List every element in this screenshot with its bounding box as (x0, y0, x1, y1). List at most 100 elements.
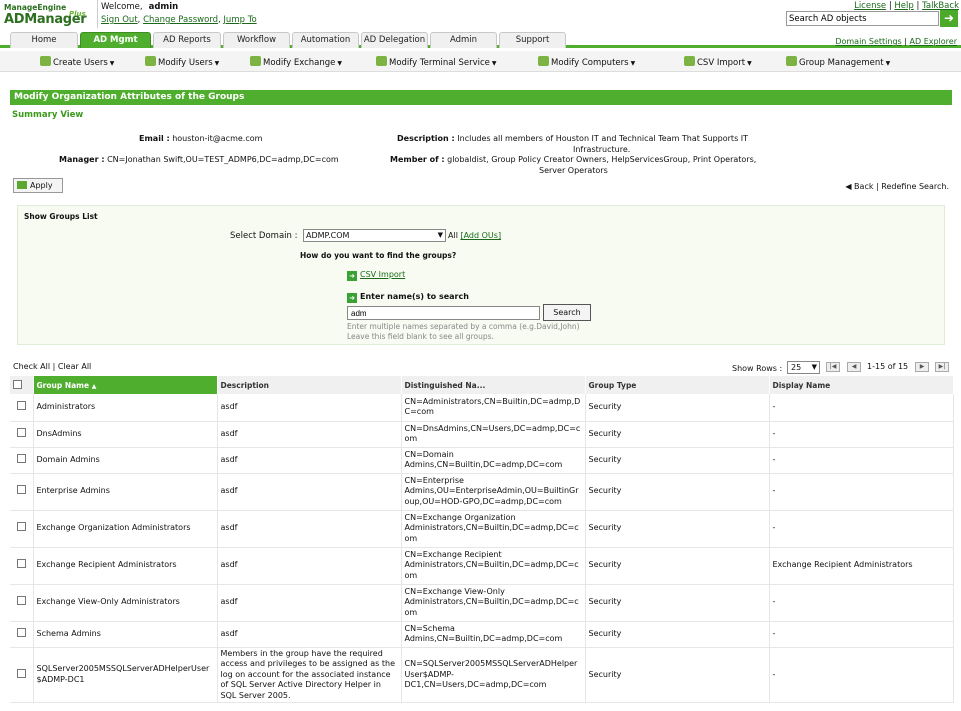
apply-button[interactable]: Apply (13, 178, 63, 193)
help-link[interactable]: Help (894, 1, 913, 11)
apply-icon (17, 181, 27, 189)
ad-explorer-link[interactable]: AD Explorer (910, 37, 957, 46)
cell-display-name: - (769, 647, 954, 703)
menu-group-management[interactable]: Group Management ▼ (786, 56, 890, 68)
row-checkbox-cell[interactable] (10, 447, 34, 474)
tab-support[interactable]: Support (499, 32, 566, 48)
member-of-label: Member of : (390, 155, 445, 164)
redefine-search-link[interactable]: Redefine Search. (881, 182, 949, 191)
menu-modify-terminal-service[interactable]: Modify Terminal Service ▼ (376, 56, 497, 68)
table-row[interactable]: Exchange View-Only Administrators asdf CN=… (10, 584, 954, 622)
first-page-icon[interactable]: |◀ (826, 362, 840, 372)
tab-home[interactable]: Home (10, 32, 78, 48)
row-checkbox[interactable] (16, 627, 26, 637)
column-header-description[interactable]: Description (217, 376, 402, 394)
cell-group-name: Domain Admins (33, 447, 218, 474)
column-header-group-name[interactable]: Group Name ▲ (33, 376, 218, 394)
row-checkbox-cell[interactable] (10, 421, 34, 448)
enter-names-label: Enter name(s) to search (360, 292, 469, 301)
users-icon (145, 56, 156, 66)
prev-page-icon[interactable]: ◀ (847, 362, 861, 372)
jump-to-link[interactable]: Jump To (223, 15, 256, 25)
domain-select[interactable]: ADMP.COM ▼ (303, 229, 446, 242)
row-checkbox[interactable] (16, 522, 26, 532)
table-row[interactable]: Exchange Organization Administrators asdf… (10, 510, 954, 548)
cell-description: Members in the group have the required a… (217, 647, 402, 703)
menu-modify-users[interactable]: Modify Users ▼ (145, 56, 219, 68)
add-ous-link[interactable]: [Add OUs] (460, 231, 501, 240)
row-checkbox[interactable] (16, 668, 26, 678)
search-ad-objects-input[interactable] (786, 11, 939, 26)
cell-group-name: Exchange View-Only Administrators (33, 584, 218, 622)
row-checkbox[interactable] (16, 559, 26, 569)
row-checkbox-cell[interactable] (10, 510, 34, 548)
column-header-distinguished-name[interactable]: Distinguished Na... (401, 376, 586, 394)
welcome-text: Welcome, admin (101, 2, 178, 12)
domain-settings-link[interactable]: Domain Settings (835, 37, 901, 46)
row-checkbox[interactable] (16, 427, 26, 437)
column-header-group-type[interactable]: Group Type (585, 376, 770, 394)
hint-multiple-names: Enter multiple names separated by a comm… (347, 322, 580, 331)
row-checkbox-cell[interactable] (10, 547, 34, 585)
rows-per-page-select[interactable]: 25 ▼ (787, 361, 820, 374)
table-row[interactable]: SQLServer2005MSSQLServerADHelperUser$ADM… (10, 647, 954, 703)
next-page-icon[interactable]: ▶ (915, 362, 929, 372)
tab-ad-delegation[interactable]: AD Delegation (361, 32, 428, 48)
table-row[interactable]: Domain Admins asdf CN=Domain Admins,CN=Bui… (10, 447, 954, 474)
header-checkbox-cell[interactable] (10, 376, 34, 394)
change-password-link[interactable]: Change Password (143, 15, 218, 25)
menu-create-users[interactable]: Create Users ▼ (40, 56, 114, 68)
row-checkbox-cell[interactable] (10, 394, 34, 422)
search-go-icon[interactable]: ➜ (940, 10, 958, 27)
group-icon (786, 56, 797, 66)
row-checkbox-cell[interactable] (10, 473, 34, 511)
row-checkbox[interactable] (16, 401, 26, 410)
all-label: All (448, 231, 458, 240)
group-name-input[interactable] (347, 306, 540, 320)
cell-display-name: - (769, 473, 954, 511)
csv-import-option[interactable]: ➜ CSV Import (347, 270, 405, 281)
check-controls: Check All | Clear All (13, 362, 91, 371)
search-button[interactable]: Search (543, 304, 591, 321)
table-row[interactable]: Administrators asdf CN=Administrators,CN=B… (10, 394, 954, 422)
tab-admin[interactable]: Admin (430, 32, 497, 48)
clear-all-link[interactable]: Clear All (58, 362, 91, 371)
cell-description: asdf (217, 621, 402, 648)
table-row[interactable]: Schema Admins asdf CN=Schema Admins,CN=Bui… (10, 621, 954, 648)
row-checkbox[interactable] (16, 453, 26, 463)
license-link[interactable]: License (854, 1, 886, 11)
arrow-right-icon: ➜ (347, 271, 357, 281)
panel-title: Show Groups List (24, 212, 98, 221)
menu-modify-computers[interactable]: Modify Computers ▼ (538, 56, 635, 68)
chevron-down-icon: ▼ (747, 60, 752, 67)
tab-ad-mgmt[interactable]: AD Mgmt (80, 32, 151, 48)
last-page-icon[interactable]: ▶| (935, 362, 949, 372)
menu-modify-exchange[interactable]: Modify Exchange ▼ (250, 56, 342, 68)
select-all-checkbox[interactable] (13, 379, 22, 389)
row-checkbox-cell[interactable] (10, 621, 34, 648)
sign-out-link[interactable]: Sign Out (101, 15, 138, 25)
cell-display-name: - (769, 584, 954, 622)
tab-automation[interactable]: Automation (292, 32, 359, 48)
table-row[interactable]: Exchange Recipient Administrators asdf CN=… (10, 547, 954, 585)
member-of-value: globaldist, Group Policy Creator Owners,… (447, 155, 757, 164)
row-checkbox-cell[interactable] (10, 647, 34, 703)
tab-workflow[interactable]: Workflow (223, 32, 290, 48)
description-value: Includes all members of Houston IT and T… (457, 134, 749, 143)
table-row[interactable]: Enterprise Admins asdf CN=Enterprise Admin… (10, 473, 954, 511)
table-body: Administrators asdf CN=Administrators,CN=B… (10, 394, 954, 703)
column-header-display-name[interactable]: Display Name (769, 376, 954, 394)
csv-import-link[interactable]: CSV Import (360, 270, 405, 279)
row-checkbox-cell[interactable] (10, 584, 34, 622)
back-link[interactable]: Back (854, 182, 873, 191)
check-all-link[interactable]: Check All (13, 362, 50, 371)
cell-group-name: Enterprise Admins (33, 473, 218, 511)
row-checkbox[interactable] (16, 485, 26, 495)
chevron-down-icon: ▼ (630, 60, 636, 67)
menu-csv-import[interactable]: CSV Import ▼ (684, 56, 752, 68)
email-label: Email : (139, 134, 170, 143)
tab-ad-reports[interactable]: AD Reports (153, 32, 221, 48)
row-checkbox[interactable] (16, 596, 26, 606)
table-row[interactable]: DnsAdmins asdf CN=DnsAdmins,CN=Users,DC=ad… (10, 421, 954, 448)
email-value: houston-it@acme.com (172, 134, 263, 143)
